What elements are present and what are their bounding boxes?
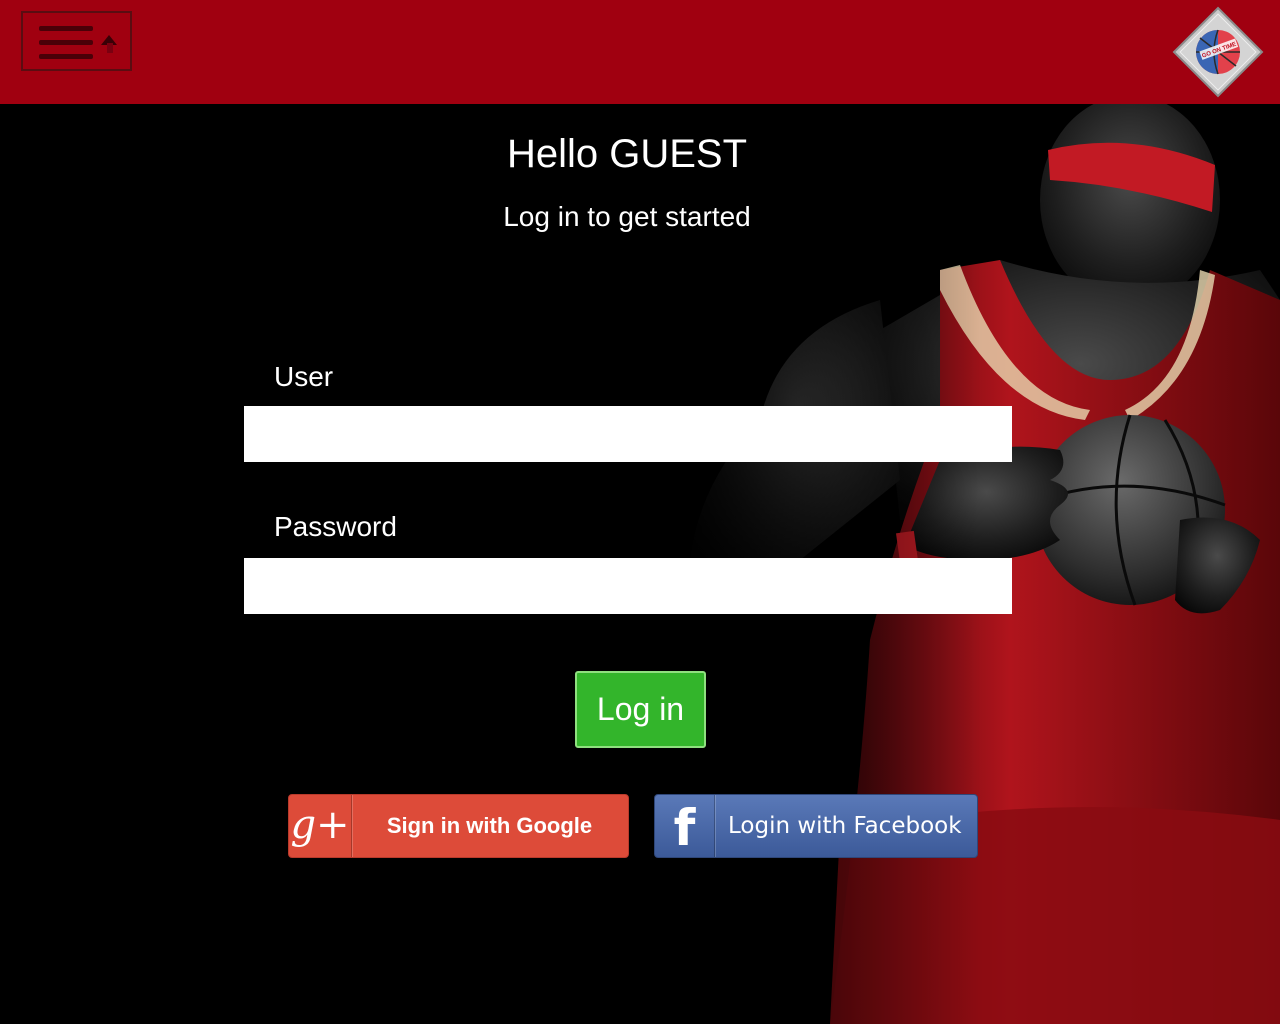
facebook-login-button[interactable]: f Login with Facebook bbox=[654, 794, 978, 858]
facebook-glyph: f bbox=[673, 799, 696, 857]
facebook-login-label: Login with Facebook bbox=[728, 813, 962, 839]
login-subtitle: Log in to get started bbox=[503, 201, 751, 232]
password-input[interactable] bbox=[244, 558, 1012, 614]
facebook-icon: f bbox=[655, 795, 715, 857]
top-bar: GO ON TIME bbox=[0, 0, 1280, 104]
user-label: User bbox=[274, 361, 334, 392]
google-plus-glyph: g+ bbox=[290, 802, 350, 848]
password-label: Password bbox=[274, 511, 397, 542]
google-signin-label: Sign in with Google bbox=[386, 813, 593, 838]
user-input[interactable] bbox=[244, 406, 1012, 462]
greeting-title: Hello GUEST bbox=[506, 132, 748, 176]
app-logo[interactable]: GO ON TIME bbox=[1172, 6, 1264, 98]
google-signin-button[interactable]: g+ Sign in with Google bbox=[288, 794, 629, 858]
google-plus-icon: g+ bbox=[289, 795, 352, 857]
logo-icon: GO ON TIME bbox=[1172, 6, 1264, 98]
menu-button[interactable] bbox=[21, 11, 132, 71]
login-button[interactable]: Log in bbox=[575, 671, 706, 748]
